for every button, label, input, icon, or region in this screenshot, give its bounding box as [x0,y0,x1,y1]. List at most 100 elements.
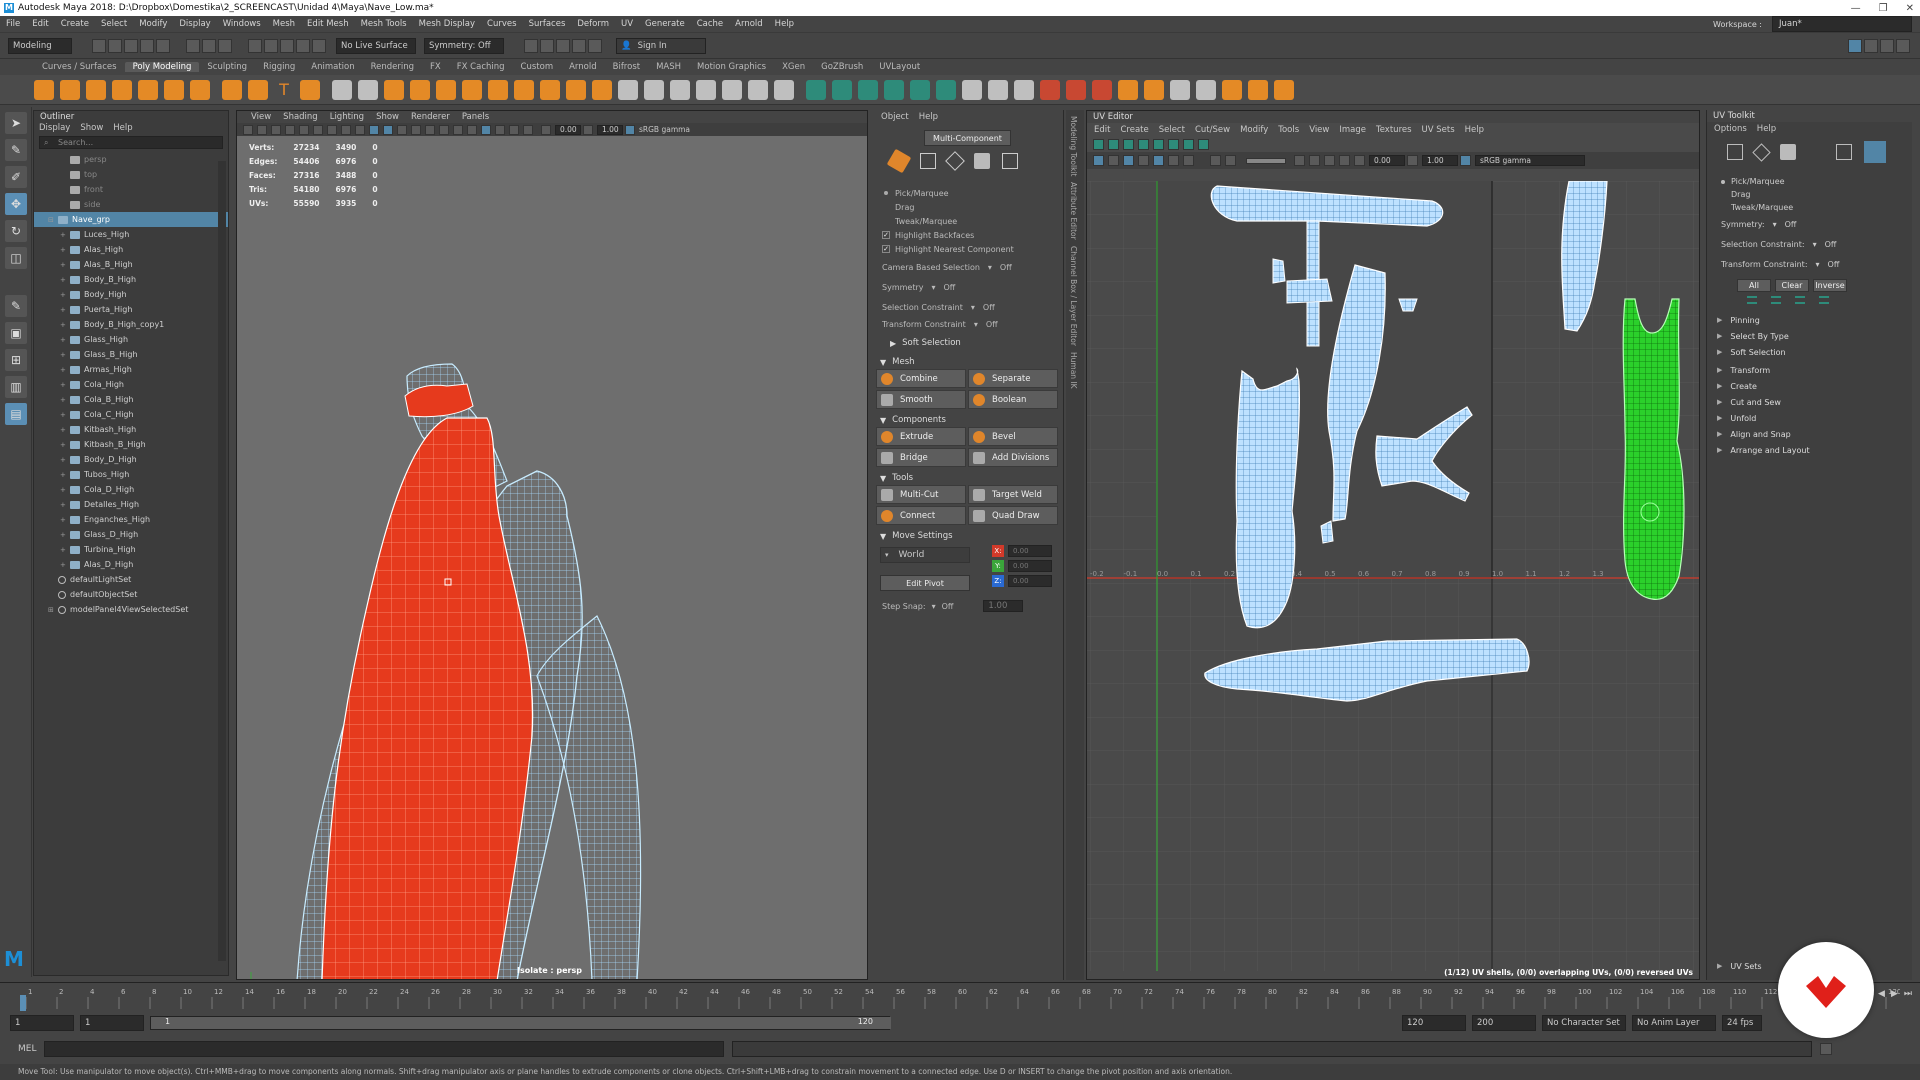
uv-image-icon[interactable] [1183,155,1194,166]
field-chart-icon[interactable] [355,124,365,135]
flat-shade-icon[interactable] [397,124,407,135]
uvk-menu-options[interactable]: Options [1709,124,1752,134]
viewport-menu-show[interactable]: Show [370,112,405,122]
tools-section-header[interactable]: ▼ Tools [872,471,1063,485]
uv-channel-icon[interactable] [1324,155,1335,166]
separate-shelf-icon[interactable] [358,79,378,100]
outliner-item[interactable]: defaultObjectSet [34,587,228,602]
uv-grow-icon[interactable] [1747,296,1757,304]
side-tab-modeling-toolkit[interactable]: Modeling Toolkit [1069,116,1078,176]
uv-snapshot-icon[interactable] [910,79,930,100]
menu-edit-mesh[interactable]: Edit Mesh [301,19,355,29]
antialias-icon[interactable] [467,124,477,135]
mesh-tool-icon[interactable] [1248,79,1268,100]
persp-outliner-icon[interactable]: ▥ [5,376,27,398]
append-polygon-icon[interactable] [618,79,638,100]
camera-attributes-icon[interactable] [257,124,267,135]
select-tool-icon[interactable]: ➤ [5,112,27,134]
grid-toggle-icon[interactable] [299,124,309,135]
gate-mask-icon[interactable] [341,124,351,135]
separate-button[interactable]: Separate [968,369,1058,388]
svg-tool-icon[interactable] [300,79,320,100]
textured-icon[interactable] [411,124,421,135]
gamma-icon[interactable] [583,124,593,135]
shelf-tab-fx[interactable]: FX [422,62,449,72]
radio-empty-icon[interactable] [884,205,888,209]
outliner-item[interactable]: + Luces_High [34,227,228,242]
uv-shrink-icon[interactable] [1771,296,1781,304]
reduce-shelf-icon[interactable] [462,79,482,100]
menu-edit[interactable]: Edit [26,19,54,29]
exposure-icon[interactable] [541,124,551,135]
extrude-shelf-icon[interactable] [514,79,534,100]
transform-constraint-option[interactable]: Transform Constraint ▾ Off [872,317,1063,331]
menuset-dropdown[interactable]: Modeling [8,37,72,54]
side-tab-human-ik[interactable]: Human IK [1069,352,1078,389]
uv-menu-select[interactable]: Select [1154,125,1190,135]
outliner-menu-show[interactable]: Show [75,123,108,133]
expand-toggle-icon[interactable]: ⊟ [48,216,58,224]
expand-toggle-icon[interactable]: + [60,426,70,434]
radio-dot-icon[interactable] [884,191,888,195]
outliner-item[interactable]: + Cola_C_High [34,407,228,422]
shelf-tab-rendering[interactable]: Rendering [363,62,422,72]
uv-selection-mode-option[interactable]: Drag [1707,188,1912,201]
shelf-tab-animation[interactable]: Animation [303,62,362,72]
boolean-union-icon[interactable] [410,79,430,100]
shelf-tab-uvlayout[interactable]: UVLayout [871,62,928,72]
uv-dim-icon[interactable] [1210,155,1221,166]
xray-icon[interactable] [495,124,505,135]
uv-section-unfold[interactable]: ▶ Unfold [1707,410,1912,426]
render-view-icon[interactable] [588,38,602,53]
uv-layout-icon[interactable] [936,79,956,100]
uv-menu-cut-sew[interactable]: Cut/Sew [1190,125,1235,135]
side-tab-channel-box-layer-editor[interactable]: Channel Box / Layer Editor [1069,246,1078,346]
uv-color-management-icon[interactable] [1460,155,1471,166]
outliner-item[interactable]: + Kitbash_High [34,422,228,437]
restore-icon[interactable]: ❐ [1879,3,1888,14]
uv-face-mode-icon[interactable] [1780,144,1796,160]
outliner-item[interactable]: + Puerta_High [34,302,228,317]
uv-menu-textures[interactable]: Textures [1371,125,1417,135]
viewport-menu-renderer[interactable]: Renderer [405,112,456,122]
menu-mesh-display[interactable]: Mesh Display [413,19,481,29]
expand-toggle-icon[interactable]: + [60,321,70,329]
shelf-tab-bifrost[interactable]: Bifrost [605,62,648,72]
soft-selection-section[interactable]: ▶ Soft Selection [872,336,1063,350]
bridge-shelf-icon[interactable] [540,79,560,100]
current-frame-marker[interactable] [20,995,26,1011]
components-section-header[interactable]: ▼ Components [872,413,1063,427]
open-scene-icon[interactable] [108,38,122,53]
outliner-item[interactable]: + Turbina_High [34,542,228,557]
bookmark-icon[interactable] [271,124,281,135]
poly-cone-icon[interactable] [112,79,132,100]
shelf-tab-rigging[interactable]: Rigging [255,62,303,72]
expand-toggle-icon[interactable]: + [60,336,70,344]
select-component-icon[interactable] [218,38,232,53]
move-axis-field[interactable]: 0.00 [1008,544,1052,557]
radio-empty-icon[interactable] [1721,206,1725,210]
connect-button[interactable]: Connect [876,506,966,525]
viewport-menu-panels[interactable]: Panels [456,112,495,122]
command-input[interactable] [44,1041,725,1057]
shadows-icon[interactable] [439,124,449,135]
menu-surfaces[interactable]: Surfaces [523,19,572,29]
new-scene-icon[interactable] [92,38,106,53]
multicut-shelf-icon[interactable] [670,79,690,100]
selection-mode-option[interactable]: Tweak/Marquee [872,214,1063,228]
uv-symmetry-option[interactable]: Symmetry: ▾ Off [1707,218,1912,231]
uv-frame-all-icon[interactable] [1294,155,1305,166]
uv-canvas[interactable]: -0.2-0.10.00.10.20.30.40.50.60.70.80.91.… [1087,181,1700,971]
paint-select-icon[interactable]: ✐ [5,166,27,188]
shelf-tab-curves-surfaces[interactable]: Curves / Surfaces [34,62,125,72]
selection-mode-option[interactable]: Drag [872,200,1063,214]
snap-surface-icon[interactable] [312,38,326,53]
poly-cylinder-icon[interactable] [86,79,106,100]
uv-section-align-and-snap[interactable]: ▶ Align and Snap [1707,426,1912,442]
menu-arnold[interactable]: Arnold [729,19,769,29]
radio-dot-icon[interactable] [1721,179,1725,184]
select-object-icon[interactable] [202,38,216,53]
extract-shelf-icon[interactable] [384,79,404,100]
smooth-shade-icon[interactable] [383,124,393,135]
menu-mesh-tools[interactable]: Mesh Tools [355,19,413,29]
